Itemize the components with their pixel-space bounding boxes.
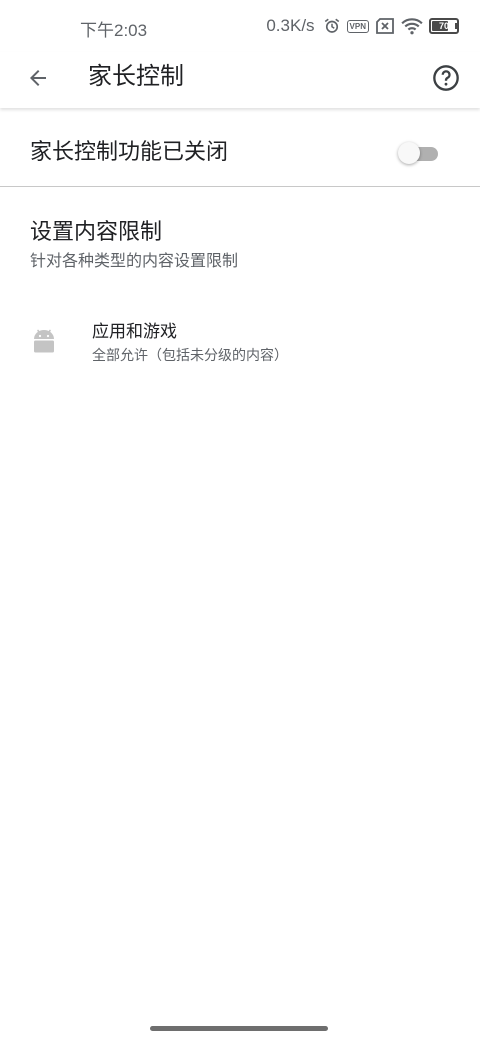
- help-button[interactable]: [426, 60, 466, 100]
- arrow-left-icon: [26, 66, 50, 94]
- content-restrictions-title: 设置内容限制: [30, 220, 163, 245]
- network-speed: 0.3K/s: [266, 16, 315, 35]
- battery-level: 70: [438, 21, 449, 31]
- home-indicator[interactable]: [150, 1026, 328, 1031]
- vpn-icon: VPN: [346, 19, 369, 33]
- list-item-apps-and-games[interactable]: 应用和游戏 全部允许（包括未分级的内容）: [0, 310, 480, 380]
- android-icon: [32, 328, 56, 354]
- parental-controls-switch-row[interactable]: 家长控制功能已关闭: [0, 120, 480, 186]
- status-bar: 下午2:03 0.3K/s VPN 70: [0, 0, 480, 52]
- status-time: 下午2:03: [80, 21, 148, 40]
- app-bar: 家长控制: [0, 52, 480, 108]
- toggle-thumb: [398, 142, 420, 164]
- wifi-icon: [401, 17, 423, 35]
- parental-controls-status-label: 家长控制功能已关闭: [30, 140, 229, 165]
- help-circle-icon: [432, 64, 460, 96]
- divider: [0, 186, 480, 187]
- back-button[interactable]: [18, 60, 58, 100]
- apps-and-games-summary: 全部允许（包括未分级的内容）: [92, 348, 288, 364]
- alarm-icon: [323, 17, 341, 35]
- no-sim-icon: [375, 18, 395, 34]
- page-title: 家长控制: [88, 62, 184, 90]
- battery-icon: 70: [429, 18, 459, 34]
- content-restrictions-subtitle: 针对各种类型的内容设置限制: [30, 251, 239, 270]
- parental-controls-toggle[interactable]: [398, 142, 440, 164]
- status-icons: 0.3K/s VPN 70: [266, 14, 459, 38]
- apps-and-games-title: 应用和游戏: [92, 322, 177, 342]
- content-restrictions-header: 设置内容限制 针对各种类型的内容设置限制: [0, 206, 480, 286]
